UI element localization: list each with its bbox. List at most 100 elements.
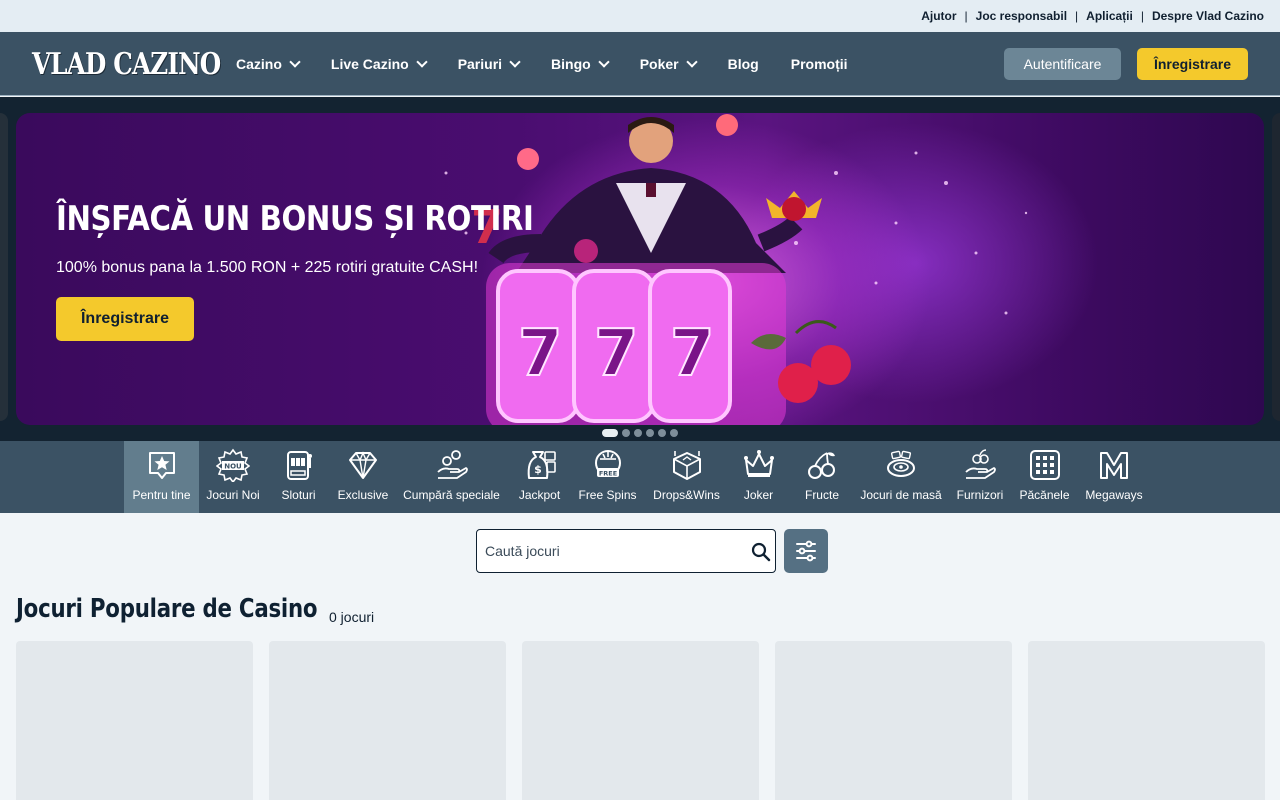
category-label: Jocuri Noi [206, 488, 260, 502]
separator: | [1075, 9, 1079, 23]
gift-box-icon [672, 451, 701, 480]
category-exclusive[interactable]: Exclusive [330, 441, 396, 513]
category-cumpara-speciale[interactable]: Cumpără speciale [396, 441, 507, 513]
category-jocuri-de-masa[interactable]: Jocuri de masă [857, 441, 945, 513]
apps-link[interactable]: Aplicații [1086, 9, 1133, 23]
category-furnizori[interactable]: Furnizori [945, 441, 1015, 513]
utility-bar: Ajutor | Joc responsabil | Aplicații | D… [0, 0, 1280, 32]
category-jocuri-noi[interactable]: NOU Jocuri Noi [199, 441, 267, 513]
carousel-dot[interactable] [602, 429, 618, 437]
megaways-icon [1100, 452, 1128, 479]
svg-text:$: $ [534, 463, 542, 476]
sliders-icon [796, 540, 816, 562]
grid-icon [1029, 450, 1060, 480]
previous-slide-peek[interactable] [0, 113, 8, 421]
free-badge-text: FREE [598, 470, 616, 478]
about-link[interactable]: Despre Vlad Cazino [1152, 9, 1264, 23]
filter-button[interactable] [784, 529, 828, 573]
carousel-dot[interactable] [646, 429, 654, 437]
nav-label: Pariuri [457, 56, 503, 72]
nav-item-cazino[interactable]: Cazino [236, 56, 301, 72]
games-count: 0 jocuri [329, 609, 375, 625]
category-label: Free Spins [578, 488, 637, 502]
category-label: Megaways [1085, 488, 1143, 502]
chevron-down-icon [289, 56, 301, 68]
category-joker[interactable]: Joker [730, 441, 787, 513]
hero-banner[interactable]: 7 7 7 7 ÎNȘFACĂ UN BONUS ȘI ROTIRI 100% … [16, 113, 1264, 425]
cherries-icon [808, 452, 835, 479]
hero-carousel: 7 7 7 7 ÎNȘFACĂ UN BONUS ȘI ROTIRI 100% … [0, 97, 1280, 441]
category-label: Exclusive [337, 488, 389, 502]
chevron-down-icon [598, 56, 610, 68]
slot-machine-icon [286, 451, 312, 480]
coins-hand-icon [436, 450, 468, 479]
game-card-placeholder[interactable] [269, 641, 506, 800]
game-card-placeholder[interactable] [522, 641, 759, 800]
help-link[interactable]: Ajutor [921, 9, 956, 23]
nav-item-live-cazino[interactable]: Live Cazino [330, 56, 428, 72]
category-jackpot[interactable]: $ Jackpot [507, 441, 572, 513]
section-title: Jocuri Populare de Casino [16, 594, 318, 624]
carousel-dot[interactable] [634, 429, 642, 437]
search-input[interactable] [485, 530, 745, 572]
nav-label: Bingo [551, 56, 591, 72]
category-pacanele[interactable]: Păcănele [1015, 441, 1074, 513]
category-label: Drops&Wins [653, 488, 720, 502]
game-card-placeholder[interactable] [16, 641, 253, 800]
category-label: Joker [743, 488, 774, 502]
nav-item-pariuri[interactable]: Pariuri [457, 56, 521, 72]
nav-item-bingo[interactable]: Bingo [551, 56, 610, 72]
game-card-placeholder[interactable] [775, 641, 1012, 800]
carousel-dot[interactable] [622, 429, 630, 437]
hero-register-button[interactable]: Înregistrare [56, 297, 194, 341]
nav-label: Cazino [236, 56, 282, 72]
responsible-gaming-link[interactable]: Joc responsabil [976, 9, 1067, 23]
category-pentru-tine[interactable]: Pentru tine [124, 441, 199, 513]
star-badge-icon [148, 452, 175, 479]
new-badge-text: NOU [224, 463, 242, 471]
category-drops-wins[interactable]: Drops&Wins [643, 441, 730, 513]
chevron-down-icon [685, 56, 698, 68]
carousel-dot[interactable] [670, 429, 678, 437]
diamond-icon [349, 451, 377, 479]
category-fructe[interactable]: Fructe [787, 441, 857, 513]
category-megaways[interactable]: Megaways [1074, 441, 1154, 513]
separator: | [1140, 9, 1144, 23]
main-nav: Cazino Live Cazino Pariuri Bingo Poker B… [236, 32, 880, 96]
category-label: Păcănele [1019, 488, 1070, 502]
money-bag-icon: $ [527, 451, 556, 479]
category-label: Cumpără speciale [403, 488, 500, 502]
hero-subtitle: 100% bonus pana la 1.500 RON + 225 rotir… [56, 259, 479, 276]
carousel-dot[interactable] [658, 429, 666, 437]
game-card-placeholder[interactable] [1028, 641, 1265, 800]
provider-hand-icon [965, 449, 996, 479]
hero-title: ÎNȘFACĂ UN BONUS ȘI ROTIRI [56, 199, 534, 239]
category-label: Jackpot [518, 488, 561, 502]
carousel-dots [602, 429, 682, 437]
nav-label: Live Cazino [330, 56, 409, 72]
site-logo[interactable]: VLAD CAZINO [32, 42, 221, 86]
category-sloturi[interactable]: Sloturi [267, 441, 330, 513]
category-bar: Pentru tine NOU Jocuri Noi Sloturi Exclu… [0, 441, 1280, 513]
next-slide-peek[interactable] [1272, 113, 1280, 421]
category-label: Pentru tine [132, 488, 191, 502]
category-label: Jocuri de masă [860, 488, 942, 502]
register-button[interactable]: Înregistrare [1137, 48, 1248, 80]
svg-text:7: 7 [518, 317, 563, 391]
nav-item-poker[interactable]: Poker [639, 56, 698, 72]
category-label: Furnizori [956, 488, 1004, 502]
category-label: Sloturi [281, 488, 316, 502]
new-badge-icon: NOU [216, 448, 250, 482]
category-list: Pentru tine NOU Jocuri Noi Sloturi Exclu… [124, 441, 1154, 513]
game-search [476, 529, 776, 573]
login-button[interactable]: Autentificare [1004, 48, 1121, 80]
nav-item-blog[interactable]: Blog [728, 56, 759, 72]
roulette-icon [887, 450, 915, 477]
nav-label: Blog [727, 56, 759, 72]
nav-label: Poker [639, 56, 679, 72]
nav-item-promotii[interactable]: Promoții [791, 56, 848, 72]
category-free-spins[interactable]: FREE Free Spins [572, 441, 643, 513]
search-icon[interactable] [751, 542, 771, 562]
main-header: VLAD CAZINO Cazino Live Cazino Pariuri B… [0, 32, 1280, 96]
category-label: Fructe [804, 488, 839, 502]
